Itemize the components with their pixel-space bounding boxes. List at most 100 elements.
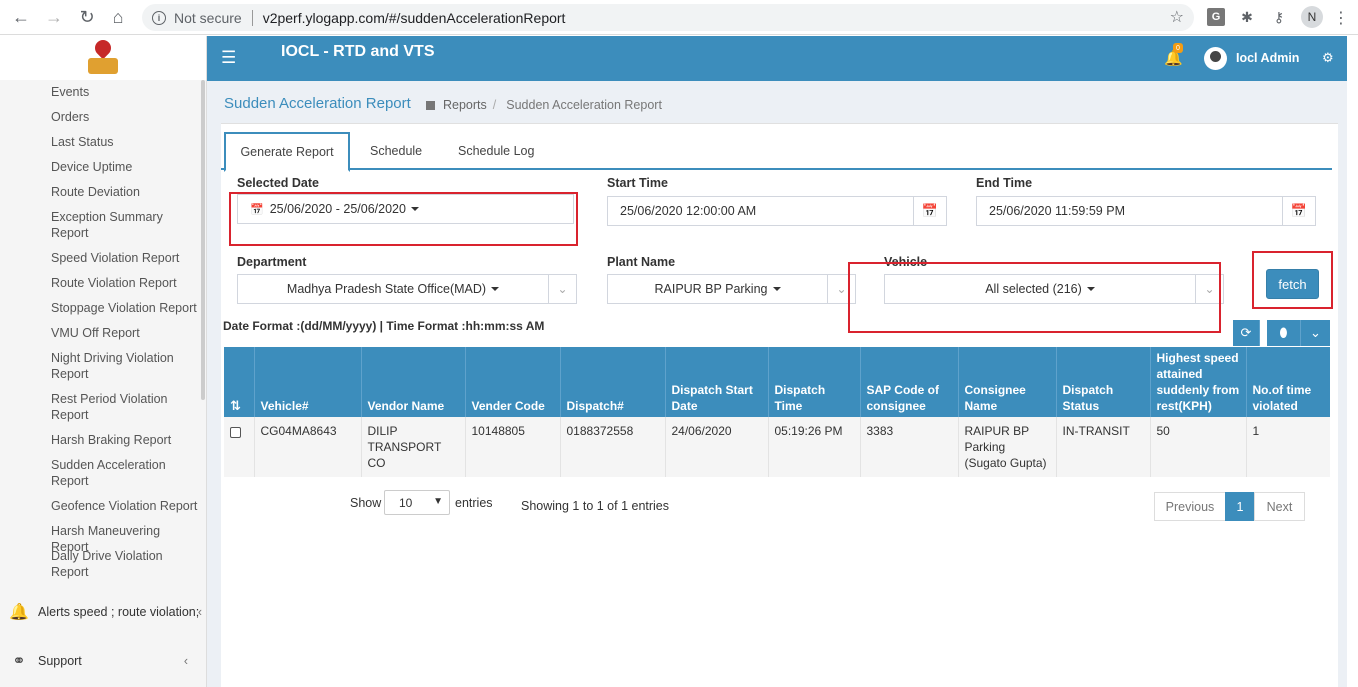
plant-name-value: RAIPUR BP Parking bbox=[654, 282, 768, 296]
tab-schedule-log[interactable]: Schedule Log bbox=[458, 132, 534, 170]
end-time-input[interactable]: 25/06/2020 11:59:59 PM bbox=[976, 196, 1283, 226]
url-text[interactable]: v2perf.ylogapp.com/#/suddenAccelerationR… bbox=[263, 10, 566, 26]
address-bar[interactable]: i Not secure v2perf.ylogapp.com/#/sudden… bbox=[142, 4, 1194, 31]
show-label: Show bbox=[350, 496, 382, 510]
reload-icon[interactable]: ↻ bbox=[72, 2, 102, 32]
entries-label: entries bbox=[455, 496, 493, 510]
chevron-down-icon: ⌄ bbox=[1310, 325, 1321, 340]
browser-toolbar: ← → ↻ ⌂ i Not secure v2perf.ylogapp.com/… bbox=[0, 0, 1358, 35]
tab-schedule[interactable]: Schedule bbox=[370, 132, 422, 170]
sidebar-item-geofence-violation[interactable]: Geofence Violation Report bbox=[51, 498, 201, 514]
page-length-select[interactable]: 10 ▼ bbox=[384, 490, 450, 515]
info-icon[interactable]: i bbox=[152, 10, 166, 25]
table-header-row: ⇅ Vehicle# Vendor Name Vender Code Dispa… bbox=[224, 347, 1330, 417]
hamburger-menu-icon[interactable]: ☰ bbox=[221, 48, 236, 68]
next-page-button[interactable]: Next bbox=[1254, 492, 1305, 521]
sidebar-item-vmu-off[interactable]: VMU Off Report bbox=[51, 325, 201, 341]
chevron-down-icon: ▼ bbox=[433, 496, 443, 507]
sidebar-item-stoppage-violation[interactable]: Stoppage Violation Report bbox=[51, 300, 201, 316]
sidebar-item-events[interactable]: Events bbox=[51, 84, 201, 100]
sidebar-scrollbar[interactable] bbox=[201, 80, 205, 400]
col-header[interactable]: Dispatch Time bbox=[768, 347, 861, 417]
forward-icon[interactable]: → bbox=[39, 2, 69, 32]
sidebar-item-rest-period[interactable]: Rest Period Violation Report bbox=[51, 391, 201, 423]
sidebar-item-exception-summary[interactable]: Exception Summary Report bbox=[51, 209, 201, 241]
sidebar-item-alerts[interactable]: 🔔 Alerts speed ; route violation; ‹ bbox=[0, 592, 206, 632]
format-note: Date Format :(dd/MM/yyyy) | Time Format … bbox=[223, 319, 545, 333]
sidebar-item-daily-drive[interactable]: Daily Drive Violation Report bbox=[51, 548, 201, 580]
col-header[interactable]: SAP Code of consignee bbox=[860, 347, 959, 417]
sidebar-item-night-driving[interactable]: Night Driving Violation Report bbox=[51, 350, 201, 382]
chevron-left-icon: ‹ bbox=[197, 605, 202, 619]
sidebar-menu: Events Orders Last Status Device Uptime … bbox=[0, 80, 206, 585]
table-cell: RAIPUR BP Parking (Sugato Gupta) bbox=[958, 417, 1057, 477]
table-info: Showing 1 to 1 of 1 entries bbox=[521, 499, 670, 513]
breadcrumb-reports[interactable]: Reports bbox=[443, 98, 487, 112]
user-avatar[interactable] bbox=[1204, 47, 1227, 70]
sidebar-item-route-deviation[interactable]: Route Deviation bbox=[51, 184, 201, 200]
tab-generate-report[interactable]: Generate Report bbox=[224, 132, 350, 172]
col-header[interactable]: Vender Code bbox=[465, 347, 561, 417]
table-row: CG04MA8643 DILIP TRANSPORT CO 10148805 0… bbox=[224, 417, 1330, 477]
browser-menu-icon[interactable]: ⋮ bbox=[1333, 8, 1349, 28]
annotation-box-vehicle bbox=[848, 262, 1221, 333]
sidebar-item-support[interactable]: ⚭ Support ‹ bbox=[0, 641, 206, 681]
app-header: ☰ IOCL - RTD and VTS 🔔 0 Iocl Admin ⚙ bbox=[207, 36, 1347, 81]
sidebar-item-sudden-acceleration[interactable]: Sudden Acceleration Report bbox=[51, 457, 201, 489]
sidebar-item-route-violation[interactable]: Route Violation Report bbox=[51, 275, 201, 291]
start-time-input[interactable]: 25/06/2020 12:00:00 AM bbox=[607, 196, 914, 226]
sidebar-item-speed-violation[interactable]: Speed Violation Report bbox=[51, 250, 201, 266]
table-cell: 1 bbox=[1246, 417, 1330, 477]
star-icon[interactable]: ☆ bbox=[1170, 7, 1184, 27]
sidebar-item-last-status[interactable]: Last Status bbox=[51, 134, 201, 150]
refresh-button[interactable]: ⟳ bbox=[1233, 320, 1260, 346]
table-cell: CG04MA8643 bbox=[254, 417, 362, 477]
col-header[interactable]: Highest speed attained suddenly from res… bbox=[1150, 347, 1247, 417]
extensions-icon[interactable]: ✱ bbox=[1238, 8, 1256, 26]
plant-name-label: Plant Name bbox=[607, 255, 676, 269]
sidebar-item-harsh-braking[interactable]: Harsh Braking Report bbox=[51, 432, 201, 448]
settings-gears-icon[interactable]: ⚙ bbox=[1322, 50, 1334, 66]
start-time-calendar-button[interactable]: 📅 bbox=[913, 196, 947, 226]
toggle-icon: ⬮ bbox=[1279, 325, 1288, 340]
table-cell: 50 bbox=[1150, 417, 1247, 477]
plant-name-select[interactable]: RAIPUR BP Parking ⌄ bbox=[607, 274, 856, 304]
col-header[interactable]: Vehicle# bbox=[254, 347, 362, 417]
department-value: Madhya Pradesh State Office(MAD) bbox=[286, 282, 487, 296]
table-cell: 3383 bbox=[860, 417, 959, 477]
table-cell: IN-TRANSIT bbox=[1056, 417, 1151, 477]
col-header[interactable]: Dispatch Start Date bbox=[665, 347, 769, 417]
column-toggle-button[interactable]: ⬮ bbox=[1267, 320, 1301, 346]
col-header[interactable]: Dispatch# bbox=[560, 347, 666, 417]
col-header[interactable]: Consignee Name bbox=[958, 347, 1057, 417]
col-header[interactable]: Vendor Name bbox=[361, 347, 466, 417]
profile-avatar[interactable]: N bbox=[1301, 6, 1323, 28]
logo-area bbox=[0, 36, 206, 80]
previous-page-button[interactable]: Previous bbox=[1154, 492, 1226, 521]
bell-icon: 🔔 bbox=[9, 604, 29, 621]
start-time-label: Start Time bbox=[607, 176, 668, 190]
back-icon[interactable]: ← bbox=[6, 2, 36, 32]
sidebar-item-device-uptime[interactable]: Device Uptime bbox=[51, 159, 201, 175]
page-1-button[interactable]: 1 bbox=[1225, 492, 1255, 521]
report-table: ⇅ Vehicle# Vendor Name Vender Code Dispa… bbox=[224, 347, 1330, 477]
col-header[interactable]: Dispatch Status bbox=[1056, 347, 1151, 417]
chevron-down-icon: ⌄ bbox=[548, 275, 576, 303]
export-dropdown-button[interactable]: ⌄ bbox=[1301, 320, 1330, 346]
department-select[interactable]: Madhya Pradesh State Office(MAD) ⌄ bbox=[237, 274, 577, 304]
extension-g-icon[interactable]: G bbox=[1207, 8, 1225, 26]
security-label: Not secure bbox=[174, 9, 242, 26]
user-name[interactable]: Iocl Admin bbox=[1236, 51, 1299, 65]
col-header[interactable]: No.of time violated bbox=[1246, 347, 1330, 417]
home-icon[interactable]: ⌂ bbox=[103, 2, 133, 32]
key-icon[interactable]: ⚷ bbox=[1270, 8, 1288, 26]
end-time-calendar-button[interactable]: 📅 bbox=[1282, 196, 1316, 226]
annotation-box-date bbox=[229, 192, 578, 246]
caret-down-icon bbox=[772, 287, 781, 291]
sort-column-header[interactable]: ⇅ bbox=[224, 347, 255, 417]
refresh-icon: ⟳ bbox=[1240, 325, 1252, 340]
breadcrumb: Reports / Sudden Acceleration Report bbox=[426, 98, 662, 112]
table-cell: DILIP TRANSPORT CO bbox=[361, 417, 466, 477]
sidebar-item-orders[interactable]: Orders bbox=[51, 109, 201, 125]
row-checkbox[interactable] bbox=[230, 427, 241, 438]
